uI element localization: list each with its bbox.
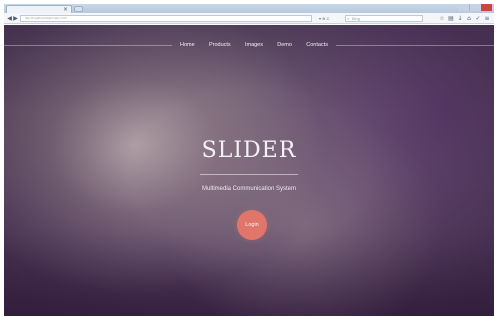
- address-bar-tools[interactable]: ▾ ⊗ C: [319, 15, 343, 22]
- nav-item-products[interactable]: Products: [209, 42, 231, 48]
- download-icon[interactable]: ↓: [457, 15, 463, 22]
- home-icon[interactable]: ⌂: [466, 15, 472, 22]
- close-window-button[interactable]: [481, 4, 492, 11]
- toolbar-icons: ☆ ▤ ↓ ⌂ ✓ ≡: [439, 15, 490, 22]
- hero-title: SLIDER: [201, 138, 297, 163]
- search-bar[interactable]: ⌕ Bing: [345, 15, 423, 22]
- nav-items: Home Products Images Demo Contacts: [174, 38, 334, 52]
- nav-divider-right: [336, 45, 494, 46]
- minimize-button[interactable]: [458, 4, 469, 11]
- address-bar[interactable]: http://localhost/slider/index.html: [20, 15, 312, 22]
- nav-item-demo[interactable]: Demo: [277, 42, 292, 48]
- login-button[interactable]: Login: [237, 210, 267, 240]
- search-placeholder: Bing: [352, 16, 361, 21]
- browser-toolbar: ◀ ▶ http://localhost/slider/index.html ▾…: [4, 13, 494, 24]
- nav-item-contacts[interactable]: Contacts: [306, 42, 328, 48]
- menu-icon[interactable]: ≡: [484, 15, 490, 22]
- background-vignette: [4, 25, 494, 316]
- window-controls: [458, 4, 492, 11]
- close-tab-icon[interactable]: ×: [63, 6, 68, 13]
- page-viewport: Home Products Images Demo Contacts SLIDE…: [4, 25, 494, 316]
- tab-bar: ×: [4, 4, 494, 13]
- main-nav: Home Products Images Demo Contacts: [4, 38, 494, 52]
- nav-item-images[interactable]: Images: [245, 42, 263, 48]
- forward-icon[interactable]: ▶: [12, 15, 19, 22]
- bookmarks-icon[interactable]: ▤: [448, 15, 454, 22]
- browser-tab[interactable]: ×: [6, 5, 72, 13]
- new-tab-button[interactable]: [74, 6, 83, 12]
- nav-item-home[interactable]: Home: [180, 42, 195, 48]
- extension-icon[interactable]: ✓: [475, 15, 481, 22]
- nav-divider-left: [4, 45, 172, 46]
- hero-divider: [200, 174, 298, 175]
- browser-window: × ◀ ▶ http://localhost/slider/index.html…: [4, 4, 494, 316]
- star-icon[interactable]: ☆: [439, 15, 445, 22]
- search-icon: ⌕: [347, 16, 350, 21]
- maximize-button[interactable]: [469, 4, 481, 11]
- hero-subtitle: Multimedia Communication System: [201, 186, 297, 192]
